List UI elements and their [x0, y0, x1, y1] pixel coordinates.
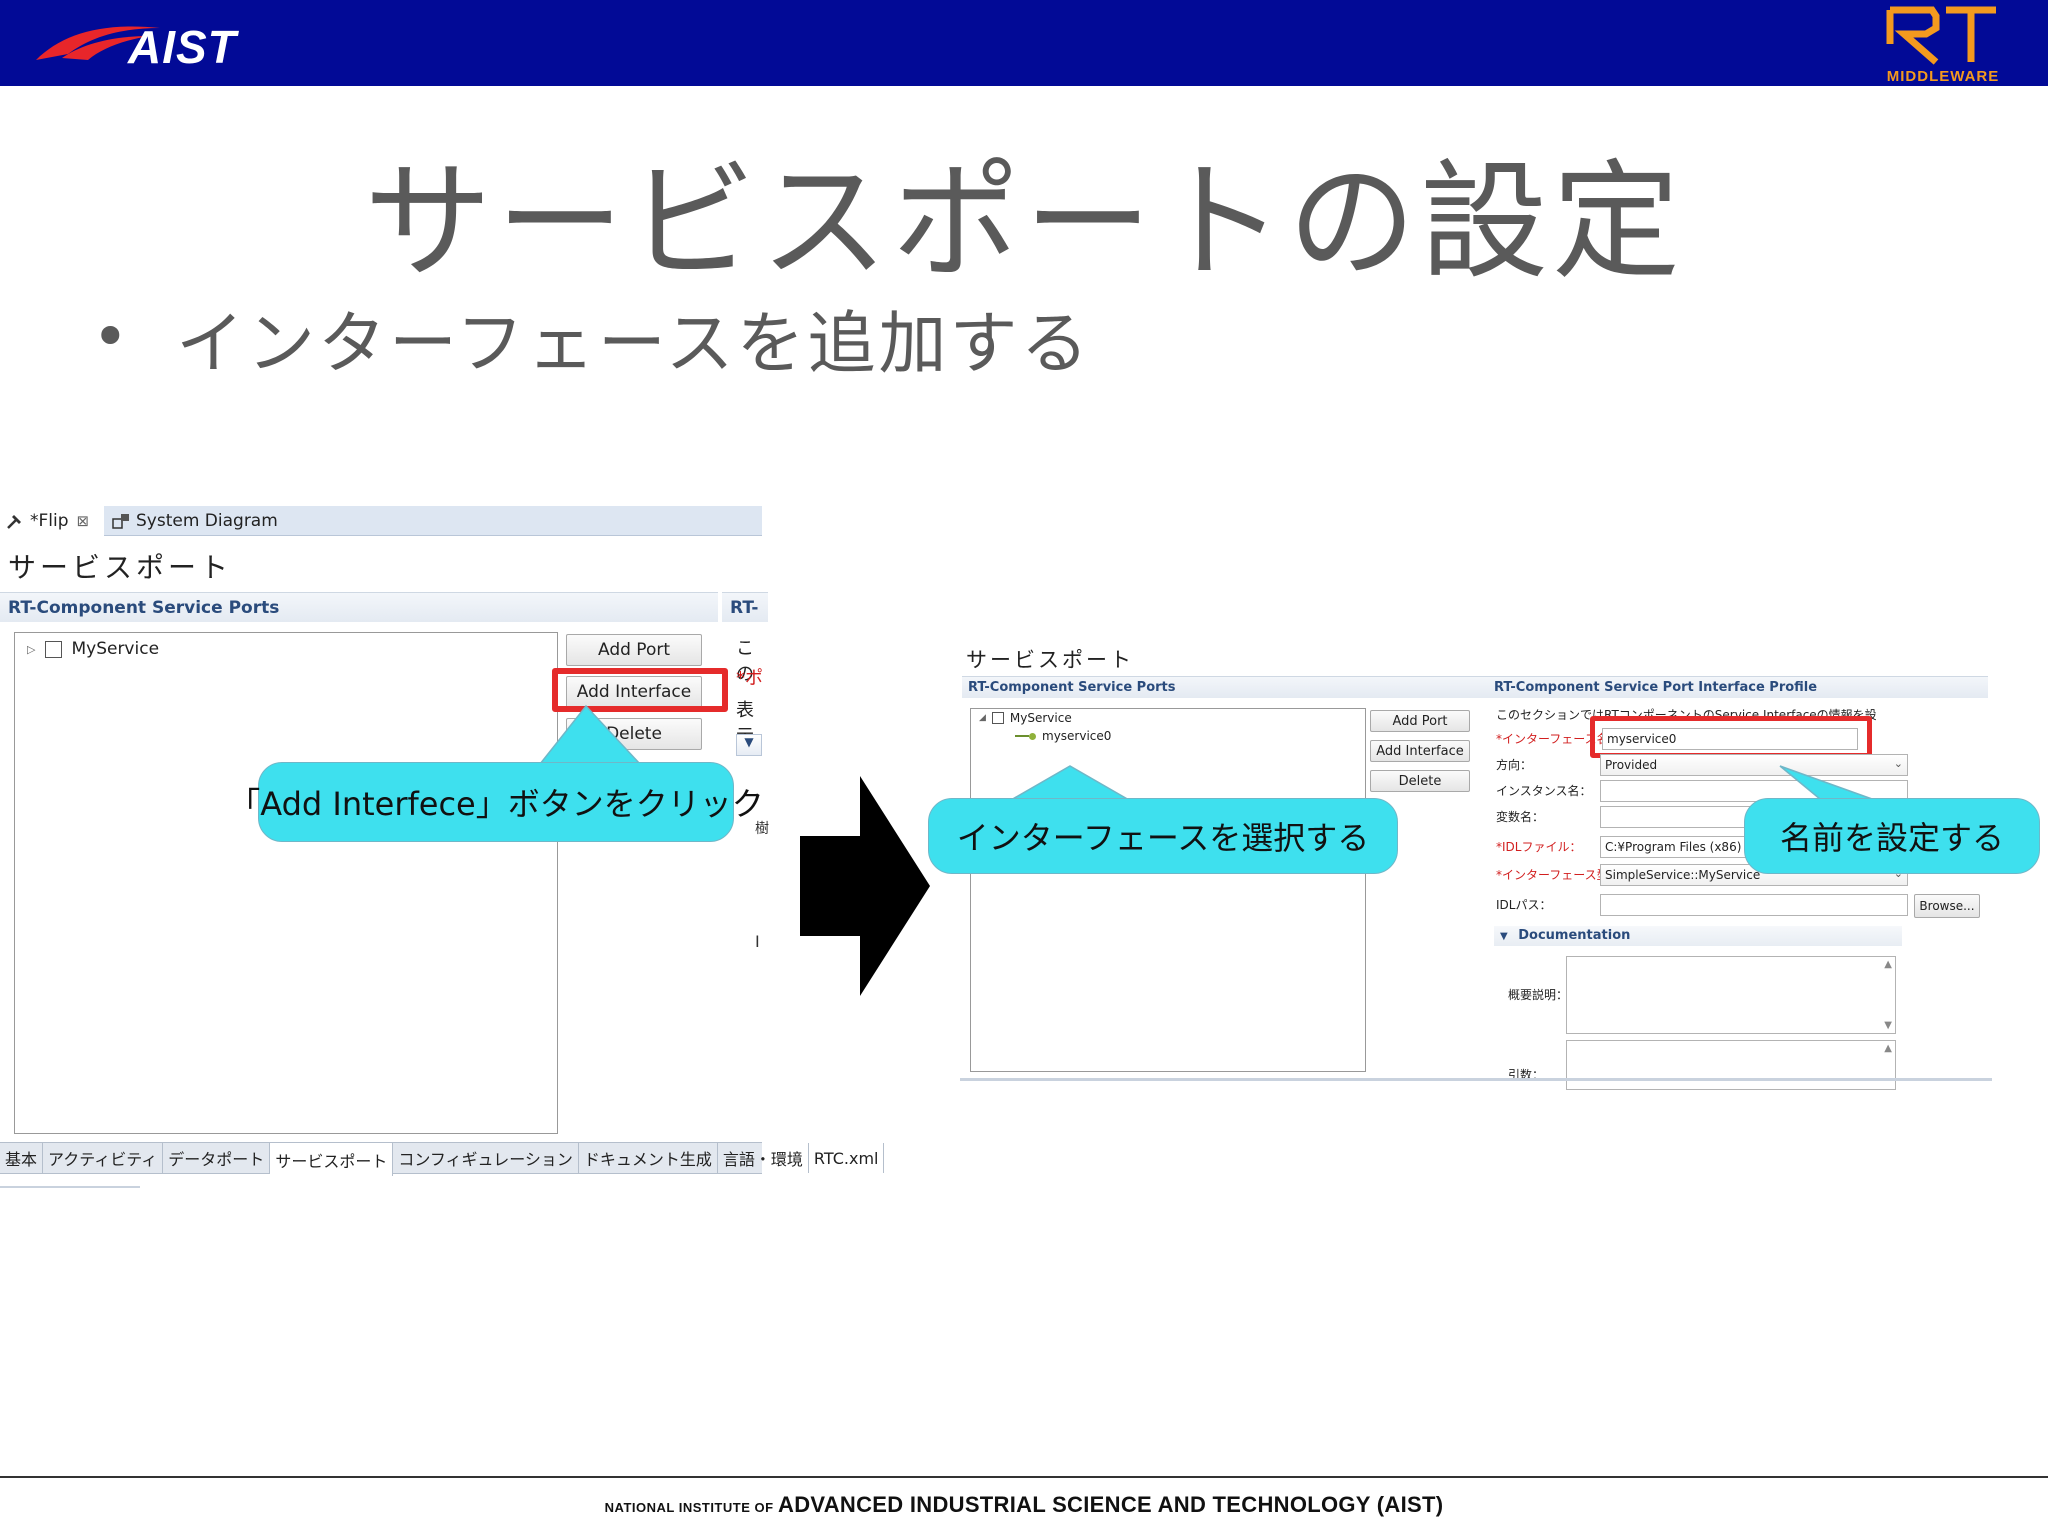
tree-item-myservice[interactable]: ▷ MyService: [27, 639, 159, 659]
tab-close-icon[interactable]: ⊠: [77, 512, 90, 530]
tab-system-diagram[interactable]: System Diagram: [108, 506, 328, 536]
tree-item-label: MyService: [71, 639, 160, 659]
idl-path-label: IDLパス：: [1496, 898, 1552, 912]
args-textarea[interactable]: ▲: [1566, 1040, 1896, 1090]
footer-prefix: NATIONAL INSTITUTE OF: [604, 1500, 774, 1515]
section-title: サービスポート: [8, 551, 233, 584]
checkbox-icon[interactable]: [991, 712, 1004, 724]
aist-logo-text: AIST: [128, 21, 237, 73]
callout-tail-icon: [538, 704, 642, 765]
footer-divider: [0, 1476, 2048, 1478]
bottom-tab-basic[interactable]: 基本: [0, 1143, 44, 1173]
arrow-right-icon: [800, 776, 930, 996]
left-screenshot: *Flip ⊠ System Diagram サービスポート RT-Compon…: [0, 500, 885, 1220]
tree-item-myservice0[interactable]: myservice0: [1015, 729, 1111, 743]
tree-item-label: myservice0: [1042, 729, 1112, 743]
slide: AIST MIDDLEWARE サービスポートの設定 • インターフェースを追加…: [0, 0, 2048, 1536]
documentation-section-header[interactable]: ▼ Documentation: [1494, 926, 1902, 946]
editor-tabbar: *Flip ⊠ System Diagram: [0, 506, 762, 536]
interface-profile-header: RT-Component Service Port Interface Prof…: [1488, 676, 1988, 698]
clip-line: *ポ: [736, 668, 763, 689]
footer-main: ADVANCED INDUSTRIAL SCIENCE AND TECHNOLO…: [778, 1492, 1444, 1517]
callout-add-interface: 「Add Interfece」ボタンをクリック: [228, 762, 764, 842]
expand-triangle-icon[interactable]: ▷: [27, 643, 35, 656]
callout-set-name: 名前を設定する: [1744, 798, 2040, 874]
bottom-tab-rtcxml[interactable]: RTC.xml: [809, 1143, 885, 1173]
tab-flip[interactable]: *Flip ⊠: [0, 506, 104, 536]
section-title: サービスポート: [966, 648, 1134, 672]
idl-path-input[interactable]: [1600, 894, 1908, 916]
add-port-button[interactable]: Add Port: [566, 634, 702, 666]
bottom-tab-serviceport[interactable]: サービスポート: [270, 1143, 394, 1176]
scroll-down-icon[interactable]: ▼: [1884, 1020, 1892, 1031]
divider: [0, 1186, 140, 1188]
add-port-button[interactable]: Add Port: [1370, 710, 1470, 732]
tab-flip-label: *Flip: [30, 511, 69, 531]
bullet-dot-icon: •: [92, 300, 129, 373]
add-interface-button[interactable]: Add Interface: [1370, 740, 1470, 762]
chevron-down-icon[interactable]: ▼: [736, 734, 762, 756]
bottom-tabs-edge: [960, 1078, 1992, 1081]
idl-file-label: *IDLファイル：: [1496, 840, 1582, 854]
variable-name-label: 変数名：: [1496, 810, 1545, 824]
browse-button[interactable]: Browse...: [1914, 894, 1980, 918]
summary-textarea[interactable]: ▲ ▼: [1566, 956, 1896, 1034]
interface-type-value: SimpleService::MyService: [1605, 868, 1761, 882]
header-band: AIST MIDDLEWARE: [0, 0, 2048, 86]
bullet-text: インターフェースを追加する: [176, 305, 1092, 384]
bottom-tab-dataport[interactable]: データポート: [163, 1143, 271, 1173]
interface-line-icon: [1015, 735, 1029, 737]
chevron-down-icon: ▼: [1500, 931, 1508, 942]
delete-button[interactable]: Delete: [1370, 770, 1470, 792]
instance-name-label: インスタンス名：: [1496, 784, 1592, 798]
hammer-icon: [7, 515, 21, 529]
chevron-down-icon: ⌄: [1893, 757, 1903, 770]
service-ports-header: RT-Component Service Ports: [0, 592, 718, 622]
direction-value: Provided: [1605, 758, 1658, 772]
scroll-up-icon[interactable]: ▲: [1884, 959, 1892, 970]
checkbox-icon[interactable]: [45, 640, 63, 658]
bottom-tab-language[interactable]: 言語・環境: [718, 1143, 809, 1173]
scroll-up-icon[interactable]: ▲: [1884, 1043, 1892, 1054]
rt-logo-mark-icon: [1886, 6, 1996, 65]
slide-title: サービスポートの設定: [363, 148, 1684, 297]
tree-item-myservice[interactable]: ◢ MyService: [979, 711, 1072, 725]
bottom-tab-activity[interactable]: アクティビティ: [43, 1143, 164, 1173]
summary-label: 概要説明：: [1508, 988, 1569, 1002]
profile-header-clipped: RT-: [722, 592, 768, 622]
footer: NATIONAL INSTITUTE OF ADVANCED INDUSTRIA…: [0, 1492, 2048, 1518]
bottom-tab-configuration[interactable]: コンフィギュレーション: [393, 1143, 579, 1173]
documentation-label: Documentation: [1518, 928, 1631, 943]
callout-select-interface: インターフェースを選択する: [928, 798, 1398, 874]
tree-item-label: MyService: [1009, 711, 1072, 725]
interface-dot-icon: [1029, 732, 1036, 740]
highlight-box: [1590, 716, 1872, 758]
direction-label: 方向：: [1496, 758, 1533, 772]
rt-middleware-logo: MIDDLEWARE: [1868, 4, 2018, 85]
rt-logo-text: MIDDLEWARE: [1886, 68, 2000, 85]
service-port-tree[interactable]: ▷ MyService: [14, 632, 558, 1134]
collapse-triangle-icon[interactable]: ◢: [979, 713, 986, 723]
aist-logo: AIST: [32, 14, 262, 73]
clip-char: I: [755, 932, 760, 951]
tab-system-diagram-label: System Diagram: [136, 511, 278, 531]
service-ports-header: RT-Component Service Ports: [962, 676, 1490, 698]
editor-bottom-tabs: 基本 アクティビティ データポート サービスポート コンフィギュレーション ドキ…: [0, 1142, 885, 1176]
diagram-icon: [112, 514, 129, 529]
service-port-tree[interactable]: ◢ MyService myservice0: [970, 708, 1366, 1072]
bottom-tab-documentation[interactable]: ドキュメント生成: [579, 1143, 718, 1173]
